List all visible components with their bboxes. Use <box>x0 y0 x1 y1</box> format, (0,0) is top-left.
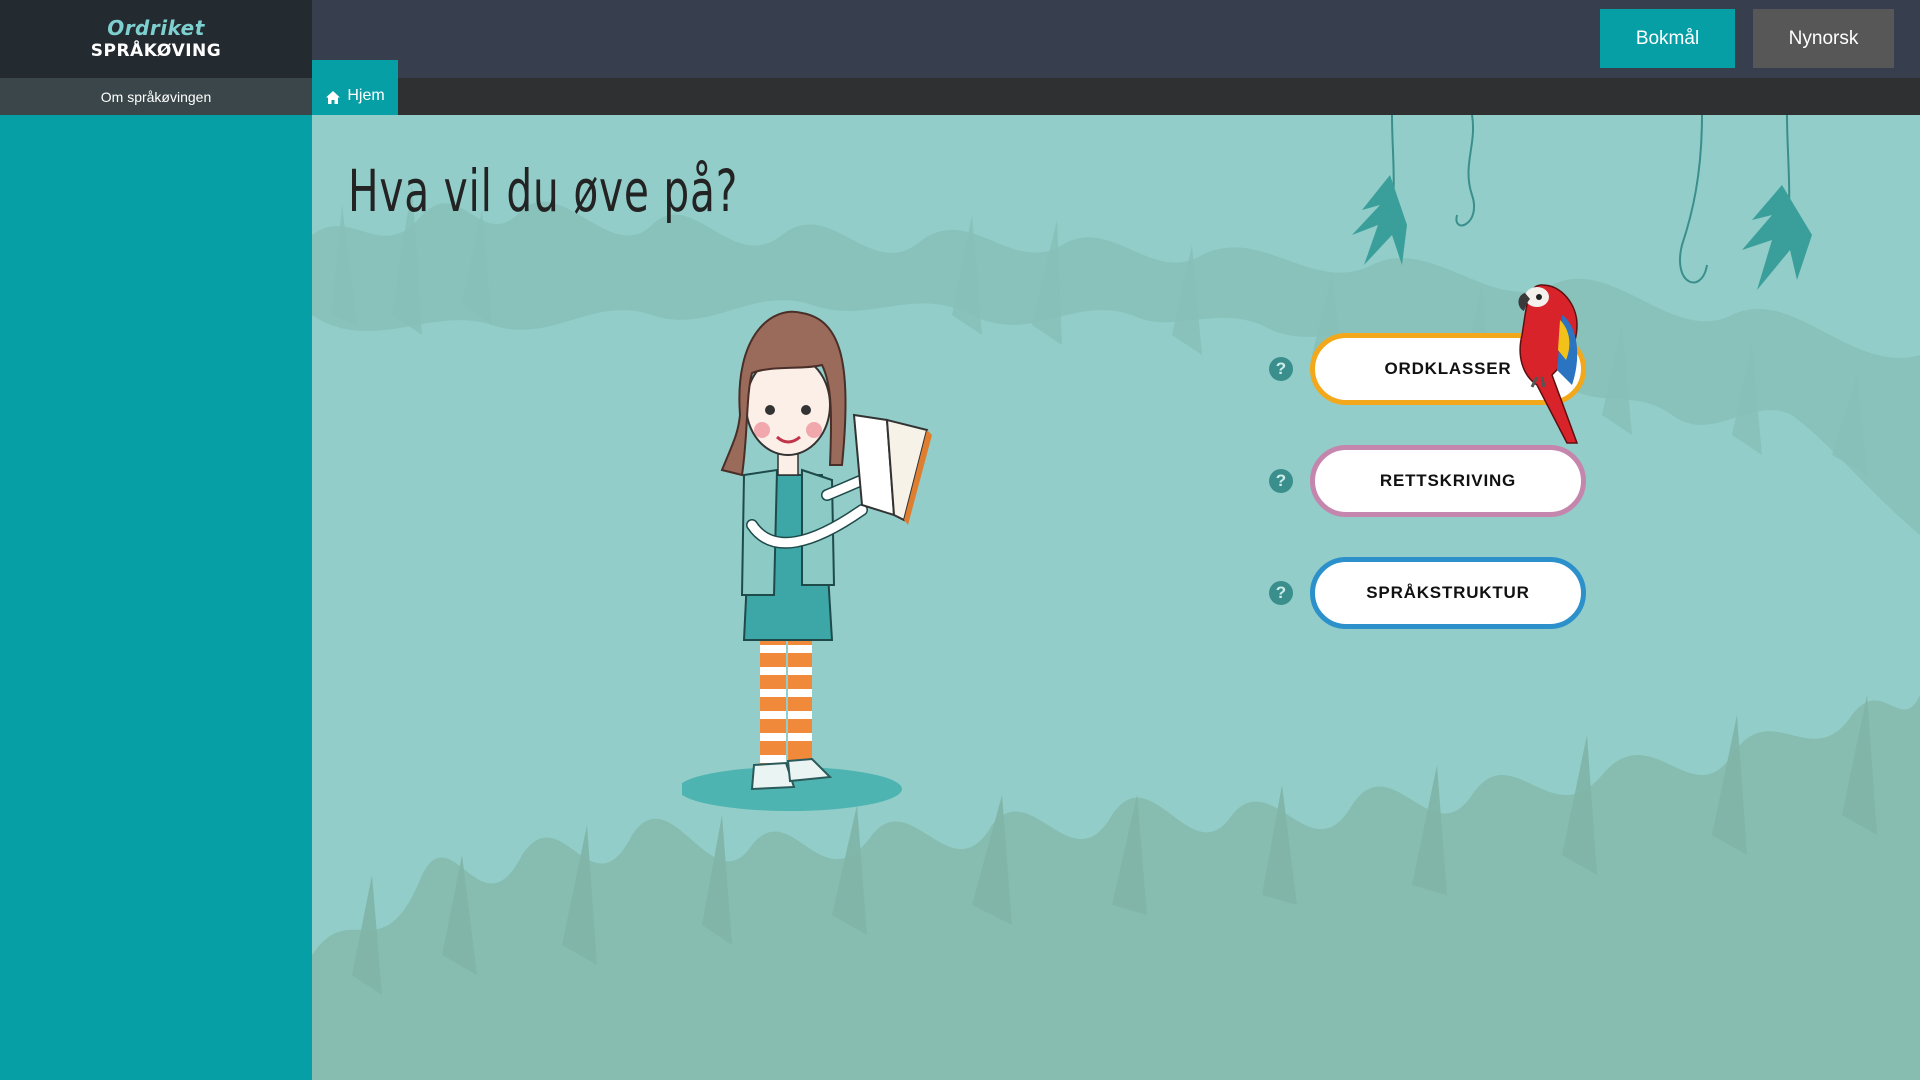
home-icon <box>326 91 341 104</box>
girl-illustration <box>682 310 932 811</box>
rettskriving-button[interactable]: RETTSKRIVING <box>1310 445 1586 517</box>
brand-logo: Ordriket <box>107 16 205 40</box>
brand-logo-block[interactable]: Ordriket SPRÅKØVING <box>0 0 312 78</box>
help-icon[interactable]: ? <box>1269 357 1293 381</box>
help-icon[interactable]: ? <box>1269 469 1293 493</box>
help-icon[interactable]: ? <box>1269 581 1293 605</box>
about-link[interactable]: Om språkøvingen <box>0 78 312 115</box>
home-label: Hjem <box>347 87 385 104</box>
bokmal-button[interactable]: Bokmål <box>1600 9 1735 68</box>
page-title: Hva vil du øve på? <box>348 157 739 225</box>
top-bar: Bokmål Nynorsk <box>312 0 1920 78</box>
nav-bar: Hjem <box>312 60 1920 115</box>
nynorsk-button[interactable]: Nynorsk <box>1753 9 1894 68</box>
home-tab[interactable]: Hjem <box>312 60 398 115</box>
jungle-background <box>312 115 1920 1080</box>
main-stage: Hva vil du øve på? ? ORDKLASSER ? RETTSK… <box>312 115 1920 1080</box>
sidebar: Ordriket SPRÅKØVING Om språkøvingen <box>0 0 312 1080</box>
brand-subtitle: SPRÅKØVING <box>90 41 222 61</box>
sprakstruktur-button[interactable]: SPRÅKSTRUKTUR <box>1310 557 1586 629</box>
parrot-illustration <box>1518 284 1579 444</box>
choice-row-sprakstruktur: ? SPRÅKSTRUKTUR <box>1269 557 1586 629</box>
choice-row-rettskriving: ? RETTSKRIVING <box>1269 445 1586 517</box>
